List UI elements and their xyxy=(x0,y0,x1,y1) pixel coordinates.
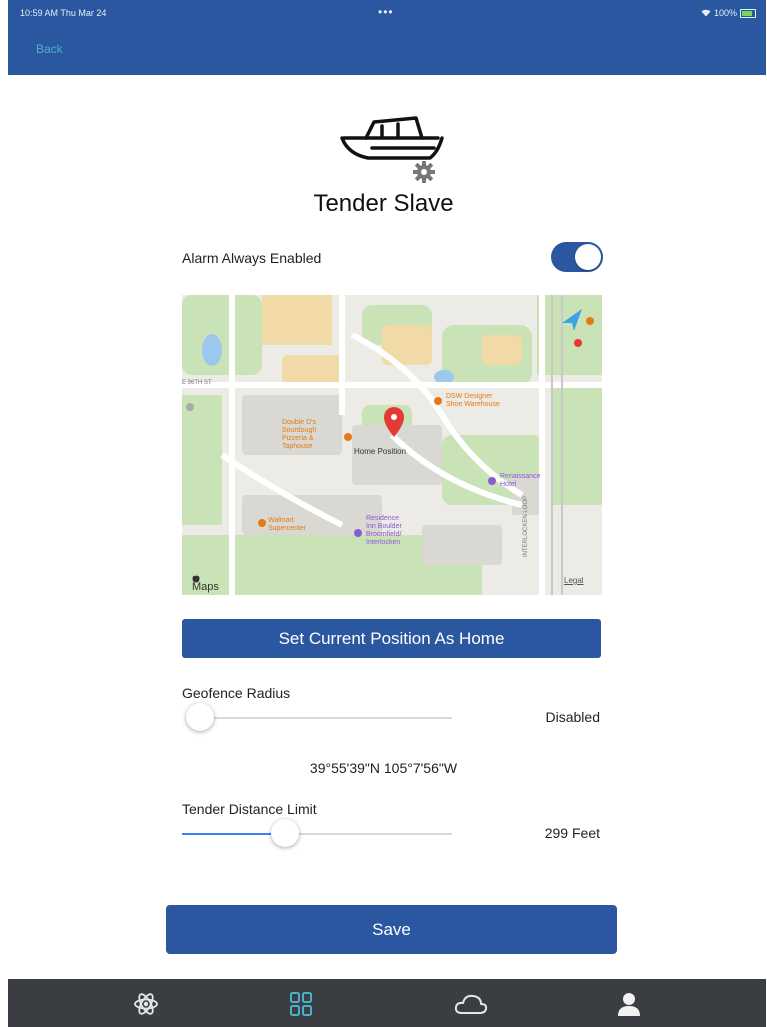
atom-icon xyxy=(134,993,158,1015)
tender-limit-value: 299 Feet xyxy=(544,825,600,841)
tab-profile[interactable] xyxy=(614,989,644,1019)
status-time: 10:59 AM Thu Mar 24 xyxy=(20,8,107,18)
grid-icon xyxy=(290,992,312,1016)
multitask-dots[interactable]: ••• xyxy=(378,5,394,19)
app-header: 10:59 AM Thu Mar 24 ••• 100% Back xyxy=(8,0,766,75)
street-label: INTERLOCKEN LOOP xyxy=(523,495,529,557)
maps-attribution: Maps xyxy=(192,574,219,593)
toggle-knob xyxy=(575,244,601,270)
bottom-tab-bar xyxy=(8,979,766,1027)
tender-limit-thumb[interactable] xyxy=(270,819,299,847)
cloud-icon xyxy=(454,994,488,1014)
user-icon xyxy=(618,993,640,1016)
alarm-label: Alarm Always Enabled xyxy=(182,250,322,266)
geofence-value: Disabled xyxy=(545,709,600,725)
map-view[interactable]: Double D's Sourdough Pizzeria & Taphouse DS… xyxy=(182,295,602,595)
tab-grid[interactable] xyxy=(286,989,316,1019)
tender-limit-label: Tender Distance Limit xyxy=(182,801,317,817)
battery-icon xyxy=(740,8,756,18)
alarm-toggle[interactable] xyxy=(551,242,603,272)
tender-limit-slider[interactable] xyxy=(182,819,452,847)
tab-atom[interactable] xyxy=(131,989,161,1019)
pin-label: Home Position xyxy=(354,447,407,456)
map-background xyxy=(182,295,602,595)
wifi-icon xyxy=(701,9,711,17)
poi-label[interactable]: DSW Designer Shoe Warehouse xyxy=(446,393,500,409)
tab-cloud[interactable] xyxy=(453,989,489,1019)
set-home-button[interactable]: Set Current Position As Home xyxy=(182,619,601,658)
coordinates: 39°55'39"N 105°7'56"W xyxy=(309,760,458,776)
save-button[interactable]: Save xyxy=(166,905,617,954)
geofence-label: Geofence Radius xyxy=(182,685,291,701)
battery-percent: 100% xyxy=(713,8,737,18)
boat-settings-icon xyxy=(338,108,448,188)
geofence-thumb[interactable] xyxy=(186,703,214,731)
status-right: 100% xyxy=(701,8,756,18)
tender-limit-fill xyxy=(182,833,285,835)
poi-label[interactable]: Double D's Sourdough Pizzeria & Taphouse xyxy=(282,419,316,451)
poi-label[interactable]: Renaissance Hotel xyxy=(500,473,540,489)
back-button[interactable]: Back xyxy=(36,42,63,56)
street-label: E 96TH ST xyxy=(182,380,212,386)
poi-label[interactable]: Walmart Supercenter xyxy=(268,517,306,533)
device-title: Tender Slave xyxy=(313,190,454,217)
geofence-slider[interactable] xyxy=(186,703,452,731)
legal-link[interactable]: Legal xyxy=(564,577,584,585)
poi-label[interactable]: Residence Inn Boulder Broomfield/Interlock… xyxy=(366,515,402,547)
